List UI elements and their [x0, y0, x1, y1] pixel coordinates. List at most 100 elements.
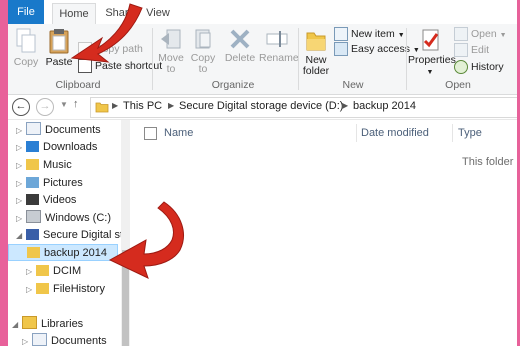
expand-chevron-icon[interactable]: ▷ — [26, 281, 36, 298]
nav-item-label: Windows (C:) — [45, 212, 112, 224]
documents-icon — [32, 333, 47, 346]
collapse-chevron-icon[interactable]: ◢ — [12, 316, 22, 333]
nav-item-label: Music — [43, 159, 72, 171]
clipboard-group-label: Clipboard — [55, 79, 101, 91]
copy-button[interactable]: Copy — [11, 27, 41, 68]
tab-file[interactable]: File — [8, 0, 44, 24]
breadcrumb-backup-2014[interactable]: backup 2014 — [353, 100, 416, 112]
nav-item-label: backup 2014 — [44, 247, 107, 259]
chevron-down-icon: ▼ — [499, 32, 507, 39]
copy-icon — [16, 28, 36, 53]
nav-item-dcim[interactable]: ▷ DCIM — [26, 263, 81, 280]
expand-chevron-icon[interactable]: ▷ — [16, 157, 26, 174]
new-folder-icon — [306, 32, 326, 51]
new-folder-button[interactable]: New folder — [300, 27, 332, 77]
recent-locations-chevron-icon[interactable]: ▼ — [60, 100, 68, 109]
select-all-checkbox[interactable] — [144, 127, 157, 140]
documents-icon — [26, 122, 41, 135]
open-group-label: Open — [445, 79, 471, 91]
forward-arrow-icon[interactable]: → — [36, 98, 54, 116]
folder-icon — [95, 102, 109, 113]
open-button[interactable]: Open ▼ — [454, 26, 507, 42]
edit-button[interactable]: Edit — [454, 42, 489, 58]
nav-item-filehistory[interactable]: ▷ FileHistory — [26, 281, 105, 298]
collapse-chevron-icon[interactable]: ◢ — [16, 227, 26, 244]
music-icon — [26, 159, 39, 170]
nav-item-label: DCIM — [53, 265, 82, 277]
rename-icon — [266, 31, 288, 47]
red-arrow-icon — [108, 201, 184, 279]
properties-button[interactable]: Properties ▼ — [408, 27, 456, 78]
rename-button[interactable]: Rename — [259, 27, 299, 64]
expand-chevron-icon[interactable]: ▷ — [16, 139, 26, 156]
breadcrumb-separator[interactable]: ▶ — [342, 101, 348, 110]
delete-button[interactable]: Delete — [223, 27, 257, 64]
expand-chevron-icon[interactable]: ▷ — [26, 263, 36, 280]
breadcrumb-separator[interactable]: ▶ — [168, 101, 174, 110]
new-folder-label-2: folder — [302, 65, 330, 77]
column-header-type[interactable]: Type — [458, 124, 482, 142]
expand-chevron-icon[interactable]: ▷ — [16, 122, 26, 139]
up-arrow-icon[interactable]: ↑ — [73, 98, 79, 110]
delete-x-icon — [230, 29, 250, 49]
column-header-name[interactable]: Name — [164, 124, 193, 142]
nav-item-label: Downloads — [43, 141, 98, 153]
history-label: History — [471, 61, 504, 73]
address-bar[interactable]: ▶ This PC ▶ Secure Digital storage devic… — [90, 97, 517, 118]
column-divider[interactable] — [452, 124, 453, 142]
nav-item-windows-c[interactable]: ▷ Windows (C:) — [16, 210, 111, 227]
move-to-button[interactable]: Move to — [156, 27, 186, 75]
breadcrumb-sd-card[interactable]: Secure Digital storage device (D:) — [179, 100, 343, 112]
expand-chevron-icon[interactable]: ▷ — [16, 210, 26, 227]
new-item-icon — [334, 27, 348, 42]
red-arrow-icon — [70, 3, 143, 63]
history-icon — [454, 60, 468, 75]
libraries-icon — [22, 316, 37, 329]
expand-chevron-icon[interactable]: ▷ — [22, 333, 32, 346]
column-header-date-modified[interactable]: Date modified — [361, 124, 429, 142]
empty-folder-message: This folder is — [462, 156, 517, 168]
folder-icon — [36, 265, 49, 276]
history-button[interactable]: History — [454, 59, 504, 75]
back-arrow-icon[interactable]: ← — [12, 98, 30, 116]
address-row: ← → ▼ ↑ ▶ This PC ▶ Secure Digital stora… — [8, 95, 517, 120]
pictures-icon — [26, 177, 39, 188]
nav-item-videos[interactable]: ▷ Videos — [16, 192, 76, 209]
easy-access-icon — [334, 42, 348, 57]
properties-icon — [422, 29, 439, 51]
nav-item-pictures[interactable]: ▷ Pictures — [16, 175, 83, 192]
column-divider[interactable] — [356, 124, 357, 142]
nav-item-libraries[interactable]: ◢ Libraries — [12, 316, 83, 333]
divider — [298, 28, 299, 90]
divider — [406, 28, 407, 90]
breadcrumb-this-pc[interactable]: This PC — [123, 100, 162, 112]
edit-label: Edit — [471, 44, 490, 56]
downloads-icon — [26, 141, 39, 152]
sd-card-drive-icon — [26, 229, 39, 240]
expand-chevron-icon[interactable]: ▷ — [16, 192, 26, 209]
new-item-button[interactable]: New item ▼ — [334, 26, 405, 42]
nav-item-library-documents[interactable]: ▷ Documents — [22, 333, 107, 346]
open-icon — [454, 27, 468, 42]
nav-item-backup-2014[interactable]: backup 2014 — [8, 244, 118, 261]
copy-to-button[interactable]: Copy to — [188, 27, 218, 75]
nav-item-label: Libraries — [41, 318, 84, 330]
nav-item-documents[interactable]: ▷ Documents — [16, 122, 101, 139]
easy-access-label: Easy access — [351, 43, 410, 55]
expand-chevron-icon[interactable]: ▷ — [16, 175, 26, 192]
file-explorer-window: File Home Share View Copy Paste Copy pat… — [8, 0, 517, 346]
edit-icon — [454, 43, 468, 58]
nav-item-label: Documents — [51, 335, 107, 346]
videos-icon — [26, 194, 39, 205]
left-frame-edge — [0, 0, 8, 346]
copy-to-label-2: to — [198, 63, 208, 75]
new-group-label: New — [342, 79, 364, 91]
breadcrumb-separator[interactable]: ▶ — [112, 101, 118, 110]
copy-label: Copy — [13, 56, 39, 68]
properties-label: Properties — [408, 54, 456, 66]
folder-icon — [27, 247, 40, 258]
delete-label: Delete — [224, 52, 256, 64]
nav-item-downloads[interactable]: ▷ Downloads — [16, 139, 97, 156]
chevron-down-icon: ▼ — [397, 32, 405, 39]
nav-item-music[interactable]: ▷ Music — [16, 157, 72, 174]
